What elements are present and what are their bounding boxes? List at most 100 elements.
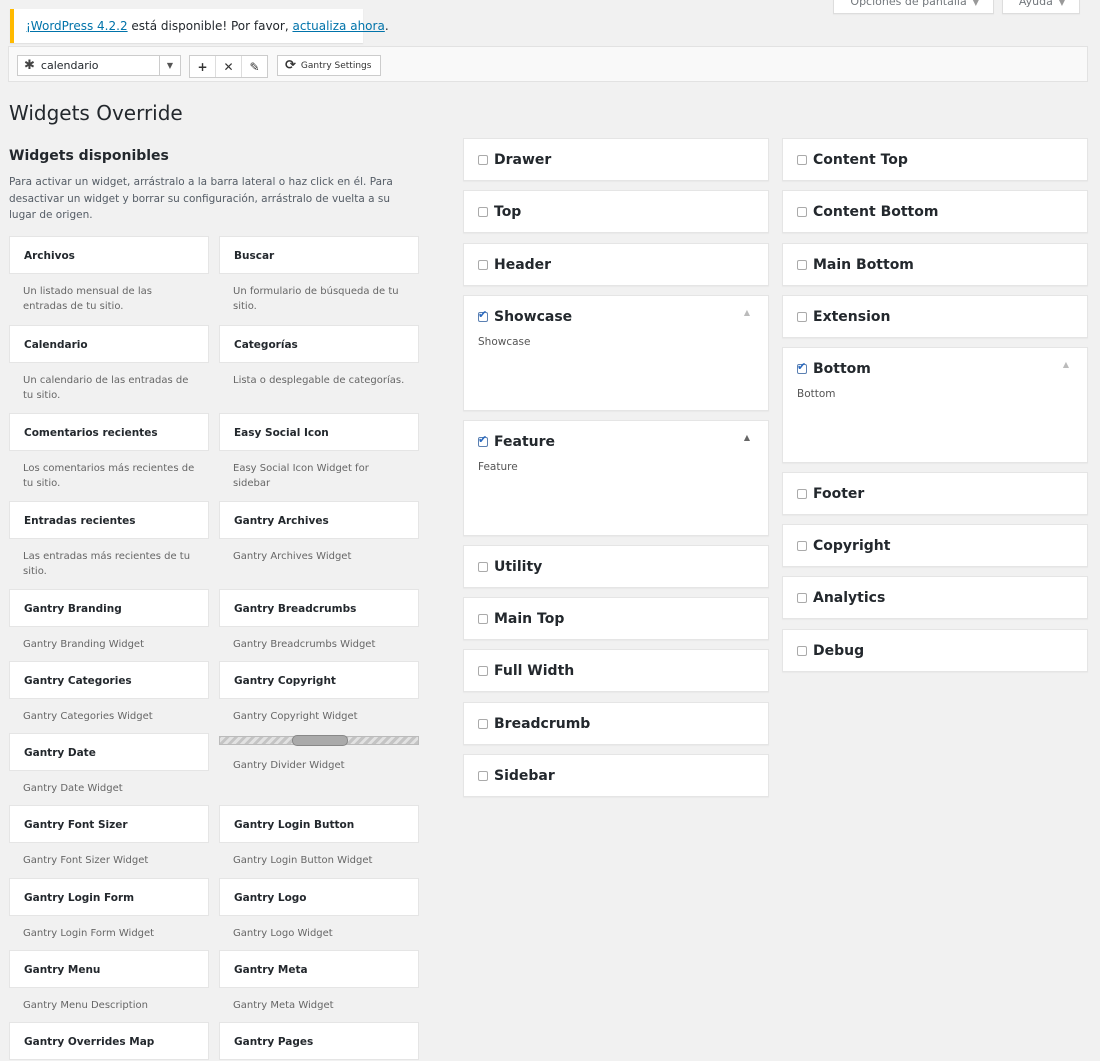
checkbox-icon[interactable] [478, 155, 488, 165]
sidebar-header[interactable]: Header [463, 243, 769, 286]
widget-title[interactable]: Gantry Menu [9, 950, 209, 988]
widget-entradas-recientes[interactable]: Entradas recientes Las entradas más recie… [9, 501, 209, 579]
sidebar-copyright[interactable]: Copyright [782, 524, 1088, 567]
sidebar-footer[interactable]: Footer [782, 472, 1088, 515]
widget-gantry-logo[interactable]: Gantry Logo Gantry Logo Widget [219, 878, 419, 941]
collapse-arrow-icon[interactable]: ▲ [1063, 360, 1069, 369]
widget-gantry-login-form[interactable]: Gantry Login Form Gantry Login Form Widge… [9, 878, 209, 941]
widget-gantry-divider[interactable]: Gantry Divider Widget [219, 735, 419, 773]
sidebar-title[interactable]: Bottom [783, 348, 1087, 390]
sidebar-full-width[interactable]: Full Width [463, 649, 769, 692]
widget-title[interactable]: Entradas recientes [9, 501, 209, 539]
sidebar-showcase[interactable]: Showcase ▲ Showcase [463, 295, 769, 411]
sidebar-title[interactable]: Sidebar [464, 755, 768, 797]
widget-title[interactable]: Gantry Font Sizer [9, 805, 209, 843]
sidebar-title[interactable]: Analytics [783, 577, 1087, 619]
widget-title[interactable]: Calendario [9, 325, 209, 363]
sidebar-title[interactable]: Breadcrumb [464, 703, 768, 745]
update-now-link[interactable]: actualiza ahora [292, 19, 384, 33]
checkbox-icon[interactable] [478, 719, 488, 729]
widget-gantry-menu[interactable]: Gantry Menu Gantry Menu Description [9, 950, 209, 1013]
widget-title[interactable]: Gantry Copyright [219, 661, 419, 699]
sidebar-breadcrumb[interactable]: Breadcrumb [463, 702, 769, 745]
checkbox-icon[interactable] [478, 771, 488, 781]
widget-title[interactable]: Comentarios recientes [9, 413, 209, 451]
sidebar-content-bottom[interactable]: Content Bottom [782, 190, 1088, 233]
sidebar-title[interactable]: Top [464, 191, 768, 233]
chevron-down-icon[interactable]: ▼ [159, 56, 180, 75]
sidebar-title[interactable]: Footer [783, 473, 1087, 515]
checkbox-checked-icon[interactable] [478, 308, 488, 322]
sidebar-title[interactable]: Copyright [783, 525, 1087, 567]
widget-gantry-branding[interactable]: Gantry Branding Gantry Branding Widget [9, 589, 209, 652]
widget-gantry-date[interactable]: Gantry Date Gantry Date Widget [9, 733, 209, 796]
sidebar-drawer[interactable]: Drawer [463, 138, 769, 181]
widget-comentarios-recientes[interactable]: Comentarios recientes Los comentarios más… [9, 413, 209, 491]
sidebar-title[interactable]: Content Bottom [783, 191, 1087, 233]
checkbox-icon[interactable] [478, 207, 488, 217]
sidebar-debug[interactable]: Debug [782, 629, 1088, 672]
widget-easy-social-icon[interactable]: Easy Social Icon Easy Social Icon Widget … [219, 413, 419, 491]
sidebar-title[interactable]: Header [464, 244, 768, 286]
checkbox-icon[interactable] [797, 646, 807, 656]
edit-override-button[interactable]: ✎ [242, 56, 267, 77]
add-override-button[interactable]: + [190, 56, 216, 77]
delete-override-button[interactable]: ✕ [216, 56, 242, 77]
widget-title[interactable]: Archivos [9, 236, 209, 274]
sidebar-bottom[interactable]: Bottom ▲ Bottom [782, 347, 1088, 463]
widget-buscar[interactable]: Buscar Un formulario de búsqueda de tu si… [219, 236, 419, 314]
checkbox-icon[interactable] [797, 207, 807, 217]
gantry-settings-button[interactable]: ⟳ Gantry Settings [277, 55, 382, 76]
checkbox-icon[interactable] [797, 312, 807, 322]
sidebar-title[interactable]: Drawer [464, 139, 768, 181]
sidebar-title[interactable]: Debug [783, 630, 1087, 672]
collapse-arrow-icon[interactable]: ▲ [744, 308, 750, 317]
widget-gantry-meta[interactable]: Gantry Meta Gantry Meta Widget [219, 950, 419, 1013]
widget-title[interactable]: Gantry Logo [219, 878, 419, 916]
checkbox-icon[interactable] [797, 155, 807, 165]
widget-gantry-categories[interactable]: Gantry Categories Gantry Categories Widge… [9, 661, 209, 724]
checkbox-icon[interactable] [797, 260, 807, 270]
sidebar-title[interactable]: Main Bottom [783, 244, 1087, 286]
widget-gantry-pages[interactable]: Gantry Pages [219, 1022, 419, 1060]
widget-title[interactable]: Gantry Categories [9, 661, 209, 699]
sidebar-main-bottom[interactable]: Main Bottom [782, 243, 1088, 286]
sidebar-title[interactable]: Utility [464, 546, 768, 588]
checkbox-checked-icon[interactable] [478, 433, 488, 447]
checkbox-icon[interactable] [478, 562, 488, 572]
widget-gantry-breadcrumbs[interactable]: Gantry Breadcrumbs Gantry Breadcrumbs Wid… [219, 589, 419, 652]
checkbox-icon[interactable] [478, 260, 488, 270]
checkbox-icon[interactable] [797, 593, 807, 603]
checkbox-checked-icon[interactable] [797, 360, 807, 374]
sidebar-sidebar[interactable]: Sidebar [463, 754, 769, 797]
sidebar-content-top[interactable]: Content Top [782, 138, 1088, 181]
wordpress-version-link[interactable]: ¡WordPress 4.2.2 [26, 19, 128, 33]
sidebar-utility[interactable]: Utility [463, 545, 769, 588]
widget-title[interactable]: Gantry Date [9, 733, 209, 771]
widget-gantry-archives[interactable]: Gantry Archives Gantry Archives Widget [219, 501, 419, 564]
sidebar-top[interactable]: Top [463, 190, 769, 233]
sidebar-extension[interactable]: Extension [782, 295, 1088, 338]
divider-handle[interactable] [219, 735, 419, 746]
override-select[interactable]: ✱ calendario ▼ [17, 55, 181, 76]
sidebar-analytics[interactable]: Analytics [782, 576, 1088, 619]
help-button[interactable]: Ayuda ▼ [1001, 0, 1080, 14]
sidebar-title[interactable]: Main Top [464, 598, 768, 640]
widget-gantry-copyright[interactable]: Gantry Copyright Gantry Copyright Widget [219, 661, 419, 724]
widget-title[interactable]: Categorías [219, 325, 419, 363]
widget-title[interactable]: Gantry Login Button [219, 805, 419, 843]
widget-calendario[interactable]: Calendario Un calendario de las entradas … [9, 325, 209, 403]
widget-title[interactable]: Gantry Login Form [9, 878, 209, 916]
checkbox-icon[interactable] [478, 666, 488, 676]
widget-title[interactable]: Gantry Branding [9, 589, 209, 627]
widget-gantry-font-sizer[interactable]: Gantry Font Sizer Gantry Font Sizer Widge… [9, 805, 209, 868]
checkbox-icon[interactable] [797, 541, 807, 551]
widget-gantry-login-button[interactable]: Gantry Login Button Gantry Login Button W… [219, 805, 419, 868]
widget-title[interactable]: Gantry Pages [219, 1022, 419, 1060]
sidebar-title[interactable]: Content Top [783, 139, 1087, 181]
screen-options-button[interactable]: Opciones de pantalla ▼ [833, 0, 994, 14]
widget-title[interactable]: Buscar [219, 236, 419, 274]
sidebar-title[interactable]: Extension [783, 296, 1087, 338]
sidebar-main-top[interactable]: Main Top [463, 597, 769, 640]
widget-title[interactable]: Gantry Archives [219, 501, 419, 539]
